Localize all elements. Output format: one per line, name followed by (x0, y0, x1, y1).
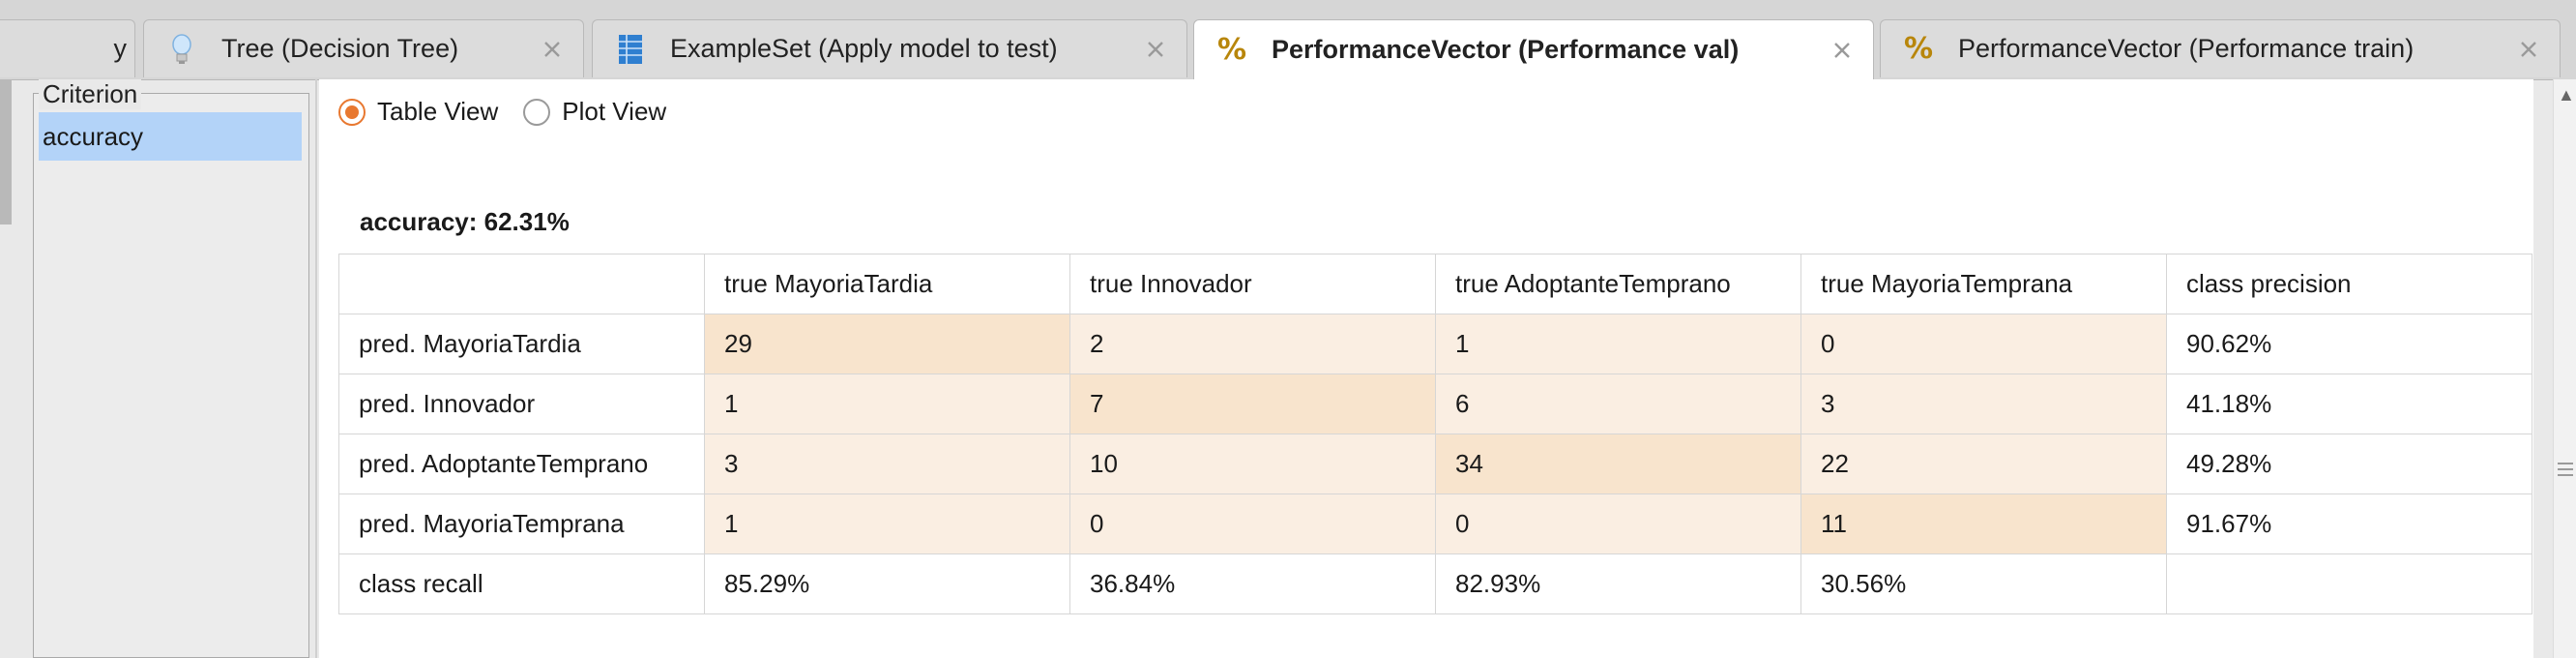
precision-cell: 49.28% (2166, 434, 2532, 494)
plot-view-label: Plot View (562, 97, 667, 126)
header-cell: true Innovador (1069, 254, 1436, 314)
tab-tree-label: Tree (Decision Tree) (221, 34, 459, 63)
recall-cell: 30.56% (1800, 553, 2167, 614)
panel-divider[interactable] (315, 79, 317, 658)
recall-cell: 36.84% (1069, 553, 1436, 614)
criterion-item-accuracy[interactable]: accuracy (39, 112, 302, 161)
table-cell: 22 (1800, 434, 2167, 494)
criterion-panel (33, 93, 309, 658)
table-row: pred. MayoriaTemprana 1 0 0 11 91.67% (338, 494, 2532, 554)
close-icon[interactable] (1823, 31, 1861, 70)
radio-unchecked-icon (523, 98, 551, 126)
tab-partial-label: y (113, 34, 128, 63)
row-label: pred. MayoriaTardia (338, 314, 705, 374)
left-panel-edge (0, 79, 12, 224)
radio-checked-icon (338, 98, 366, 126)
table-cell: 1 (704, 374, 1070, 434)
precision-cell: 91.67% (2166, 494, 2532, 554)
tab-tree[interactable]: Tree (Decision Tree) (143, 19, 584, 77)
table-row: pred. MayoriaTardia 29 2 1 0 90.62% (338, 314, 2532, 374)
close-icon[interactable] (1136, 30, 1175, 69)
table-cell: 6 (1435, 374, 1801, 434)
header-cell: true MayoriaTardia (704, 254, 1070, 314)
table-cell: 3 (1800, 374, 2167, 434)
recall-cell (2166, 553, 2532, 614)
tab-performance-val-label: PerformanceVector (Performance val) (1272, 35, 1740, 64)
tab-bar: y Tree (Decision Tree) ExampleSet (Apply… (0, 0, 2576, 80)
scroll-up-icon[interactable]: ▲ (2558, 85, 2575, 105)
close-icon[interactable] (533, 30, 571, 69)
performance-view: Table View Plot View accuracy: 62.31% tr… (319, 79, 2533, 658)
plot-view-radio[interactable]: Plot View (523, 97, 666, 127)
header-cell: true AdoptanteTemprano (1435, 254, 1801, 314)
precision-cell: 41.18% (2166, 374, 2532, 434)
close-icon[interactable] (2509, 30, 2548, 69)
criterion-legend: Criterion (39, 79, 142, 109)
table-view-label: Table View (377, 97, 499, 126)
table-cell: 2 (1069, 314, 1436, 374)
vertical-scrollbar[interactable]: ▲ (2553, 79, 2576, 658)
table-cell: 10 (1069, 434, 1436, 494)
table-cell: 0 (1435, 494, 1801, 554)
row-label: pred. AdoptanteTemprano (338, 434, 705, 494)
table-cell: 1 (1435, 314, 1801, 374)
table-row: pred. Innovador 1 7 6 3 41.18% (338, 374, 2532, 434)
header-cell: true MayoriaTemprana (1800, 254, 2167, 314)
precision-cell: 90.62% (2166, 314, 2532, 374)
confusion-matrix: true MayoriaTardia true Innovador true A… (338, 254, 2532, 614)
table-cell: 3 (704, 434, 1070, 494)
table-row: pred. AdoptanteTemprano 3 10 34 22 49.28… (338, 434, 2532, 494)
row-label: class recall (338, 553, 705, 614)
scroll-grip-icon[interactable] (2558, 463, 2573, 476)
tab-partial[interactable]: y (0, 19, 135, 77)
tab-performance-val[interactable]: % PerformanceVector (Performance val) (1193, 19, 1874, 79)
recall-row: class recall 85.29% 36.84% 82.93% 30.56% (338, 553, 2532, 614)
recall-cell: 85.29% (704, 553, 1070, 614)
tab-exampleset-label: ExampleSet (Apply model to test) (670, 34, 1058, 63)
table-header-row: true MayoriaTardia true Innovador true A… (338, 254, 2532, 314)
tab-performance-train[interactable]: % PerformanceVector (Performance train) (1880, 19, 2561, 77)
header-cell: class precision (2166, 254, 2532, 314)
table-icon (614, 33, 647, 66)
row-label: pred. MayoriaTemprana (338, 494, 705, 554)
tab-performance-train-label: PerformanceVector (Performance train) (1958, 34, 2415, 63)
accuracy-heading: accuracy: 62.31% (360, 207, 570, 236)
recall-cell: 82.93% (1435, 553, 1801, 614)
table-cell: 0 (1800, 314, 2167, 374)
tab-exampleset[interactable]: ExampleSet (Apply model to test) (592, 19, 1187, 77)
view-toggle: Table View Plot View (338, 97, 691, 127)
table-cell: 7 (1069, 374, 1436, 434)
lightbulb-icon (165, 33, 198, 66)
percent-icon: % (1903, 32, 1934, 66)
table-cell: 11 (1800, 494, 2167, 554)
percent-icon: % (1216, 33, 1247, 67)
row-label: pred. Innovador (338, 374, 705, 434)
table-cell: 29 (704, 314, 1070, 374)
header-cell (338, 254, 705, 314)
table-view-radio[interactable]: Table View (338, 97, 498, 127)
table-cell: 0 (1069, 494, 1436, 554)
table-cell: 1 (704, 494, 1070, 554)
table-cell: 34 (1435, 434, 1801, 494)
